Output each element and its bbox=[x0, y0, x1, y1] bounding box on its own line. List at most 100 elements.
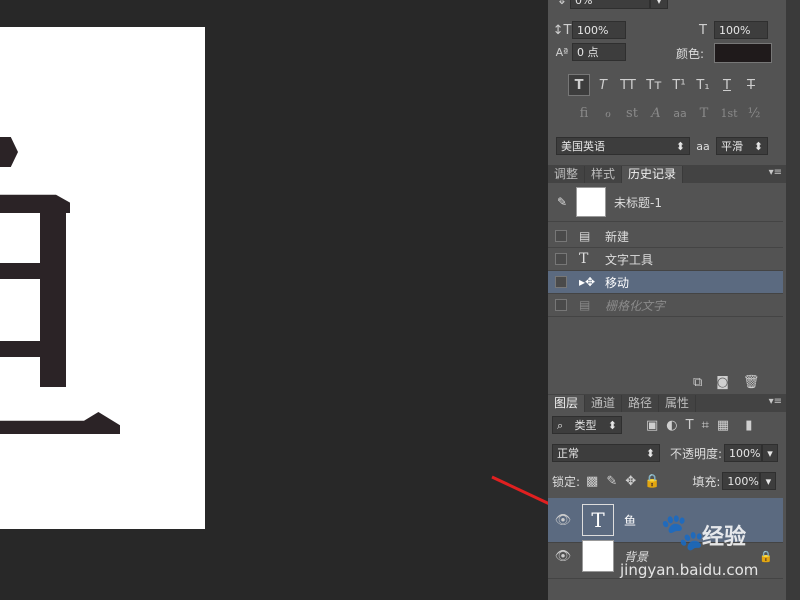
history-source-checkbox[interactable] bbox=[555, 253, 567, 265]
antialias-icon: aa bbox=[696, 139, 710, 153]
lock-image-pixels-icon[interactable]: ✎ bbox=[606, 474, 617, 489]
text-color-swatch[interactable] bbox=[714, 43, 772, 63]
faux-italic-button[interactable]: T bbox=[592, 78, 614, 93]
layers-panel-menu-icon[interactable]: ▾≡ bbox=[769, 396, 782, 407]
fill-dropdown-icon[interactable]: ▾ bbox=[760, 472, 777, 490]
language-value: 美国英语 bbox=[561, 140, 605, 153]
history-item[interactable]: ▤ 栅格化文字 bbox=[548, 294, 783, 317]
baseline-shift-field[interactable]: 0 点 bbox=[572, 43, 626, 61]
antialias-value: 平滑 bbox=[721, 140, 743, 153]
shape-layer-filter-icon[interactable]: ⌗ bbox=[702, 418, 709, 433]
antialias-select-arrow-icon: ⬍ bbox=[753, 140, 763, 153]
filter-toggle-icon[interactable]: ▮ bbox=[745, 418, 752, 433]
language-select[interactable]: 美国英语 ⬍ bbox=[556, 137, 690, 155]
history-snapshot[interactable]: ✎ 未标题-1 bbox=[548, 183, 783, 222]
watermark-url: jingyan.baidu.com bbox=[620, 561, 759, 579]
tab-paths[interactable]: 路径 bbox=[622, 395, 660, 412]
lock-all-icon[interactable]: 🔒 bbox=[644, 474, 660, 489]
document-icon: ▤ bbox=[579, 298, 591, 312]
faux-bold-button[interactable]: T bbox=[568, 74, 590, 96]
leading-field[interactable]: 0% bbox=[570, 0, 650, 9]
lock-transparent-pixels-icon[interactable]: ▩ bbox=[586, 474, 598, 489]
subscript-button[interactable]: T₁ bbox=[692, 78, 714, 93]
lock-position-icon[interactable]: ✥ bbox=[625, 474, 636, 489]
tab-channels[interactable]: 通道 bbox=[585, 395, 623, 412]
text-tool-icon: T bbox=[579, 251, 589, 267]
visibility-eye-icon[interactable]: 👁 bbox=[548, 549, 578, 564]
opacity-field[interactable]: 100% bbox=[724, 444, 763, 462]
leading-dropdown-icon[interactable]: ▾ bbox=[650, 0, 668, 9]
snapshot-thumbnail bbox=[576, 187, 606, 217]
search-icon: ⌕ bbox=[557, 419, 564, 432]
type-layer-filter-icon[interactable]: T bbox=[686, 418, 694, 433]
stylistic-alternates-button[interactable]: aa bbox=[670, 107, 690, 120]
blend-mode-value: 正常 bbox=[557, 447, 579, 460]
ordinals-button[interactable]: 1st bbox=[718, 107, 740, 120]
glyph-stroke bbox=[0, 137, 18, 167]
filter-select-arrow-icon: ⬍ bbox=[607, 419, 617, 432]
tab-styles[interactable]: 样式 bbox=[585, 166, 623, 183]
underline-button[interactable]: T bbox=[716, 78, 738, 93]
language-select-arrow-icon: ⬍ bbox=[675, 140, 685, 153]
fill-label: 填充: bbox=[692, 474, 721, 489]
adjustment-layer-filter-icon[interactable]: ◐ bbox=[666, 418, 677, 433]
lock-label: 锁定: bbox=[552, 474, 581, 489]
trash-icon[interactable]: 🗑 bbox=[743, 375, 760, 390]
character-panel: ⇕ 0% ▾ ↕T 100% T 100% Aª 0 点 颜色: T T TT … bbox=[548, 0, 786, 160]
canvas-area[interactable] bbox=[0, 0, 548, 600]
history-source-checkbox[interactable] bbox=[555, 276, 567, 288]
small-caps-button[interactable]: Tт bbox=[642, 78, 666, 93]
swash-button[interactable]: A bbox=[646, 106, 666, 121]
layer-filter-select[interactable]: ⌕ 类型 ⬍ bbox=[552, 416, 622, 434]
strikethrough-button[interactable]: T bbox=[740, 78, 762, 93]
smart-object-filter-icon[interactable]: ▦ bbox=[717, 418, 729, 433]
glyph-stroke bbox=[0, 263, 66, 279]
history-item-selected[interactable]: ▸✥ 移动 bbox=[548, 271, 783, 294]
antialias-select[interactable]: 平滑 ⬍ bbox=[716, 137, 768, 155]
paw-logo-icon: 🐾 bbox=[660, 512, 705, 553]
visibility-eye-icon[interactable]: 👁 bbox=[548, 513, 578, 528]
blend-mode-select[interactable]: 正常 ⬍ bbox=[552, 444, 660, 462]
history-item[interactable]: ▤ 新建 bbox=[548, 225, 783, 248]
watermark: 🐾 经验 jingyan.baidu.com bbox=[600, 505, 800, 595]
history-item-label: 栅格化文字 bbox=[605, 298, 666, 313]
document-canvas[interactable] bbox=[0, 27, 205, 529]
history-item-label: 新建 bbox=[605, 229, 630, 244]
discretionary-ligatures-button[interactable]: st bbox=[622, 106, 642, 121]
opacity-label: 不透明度: bbox=[670, 446, 723, 461]
ligatures-button[interactable]: fi bbox=[574, 106, 594, 121]
history-panel-tabbar: 调整 样式 历史记录 ▾≡ bbox=[548, 165, 786, 184]
move-tool-icon: ▸✥ bbox=[579, 275, 596, 289]
alternates-button[interactable]: ℴ bbox=[598, 106, 618, 121]
watermark-brand: 经验 bbox=[702, 525, 747, 550]
new-document-from-state-icon[interactable]: ⧉ bbox=[693, 375, 702, 390]
blend-mode-arrow-icon: ⬍ bbox=[645, 447, 655, 460]
history-source-checkbox[interactable] bbox=[555, 230, 567, 242]
titling-button[interactable]: T bbox=[694, 106, 714, 121]
all-caps-button[interactable]: TT bbox=[616, 78, 640, 93]
snapshot-brush-icon[interactable]: ✎ bbox=[548, 195, 576, 209]
glyph-stroke bbox=[0, 341, 66, 357]
horizontal-scale-field[interactable]: 100% bbox=[714, 21, 768, 39]
baseline-shift-icon: Aª bbox=[555, 45, 569, 59]
tab-history[interactable]: 历史记录 bbox=[622, 166, 684, 183]
fill-field[interactable]: 100% bbox=[722, 472, 761, 490]
leading-icon: ⇕ bbox=[556, 0, 568, 8]
history-source-checkbox[interactable] bbox=[555, 299, 567, 311]
superscript-button[interactable]: T¹ bbox=[668, 78, 690, 93]
fractions-button[interactable]: ½ bbox=[744, 106, 764, 121]
glyph-stroke bbox=[0, 412, 120, 434]
camera-icon[interactable]: ◙ bbox=[716, 375, 729, 390]
document-icon: ▤ bbox=[579, 229, 591, 243]
history-item-label: 文字工具 bbox=[605, 252, 654, 267]
pixel-layer-filter-icon[interactable]: ▣ bbox=[646, 418, 658, 433]
vertical-scale-field[interactable]: 100% bbox=[572, 21, 626, 39]
tab-properties[interactable]: 属性 bbox=[659, 395, 697, 412]
history-item-label: 移动 bbox=[605, 275, 630, 290]
glyph-stroke bbox=[40, 207, 66, 387]
panel-menu-icon[interactable]: ▾≡ bbox=[769, 167, 782, 178]
tab-layers[interactable]: 图层 bbox=[548, 395, 586, 412]
tab-adjustments[interactable]: 调整 bbox=[548, 166, 586, 183]
opacity-dropdown-icon[interactable]: ▾ bbox=[762, 444, 779, 462]
history-item[interactable]: T 文字工具 bbox=[548, 248, 783, 271]
